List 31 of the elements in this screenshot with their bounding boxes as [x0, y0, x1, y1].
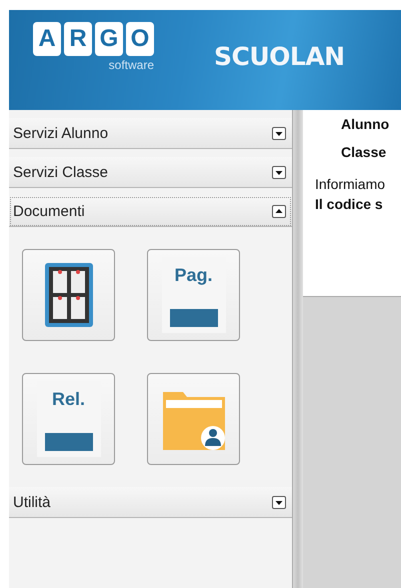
section-label: Servizi Classe	[13, 164, 108, 180]
logo-letter: G	[95, 22, 123, 56]
logo-subtitle: software	[108, 58, 154, 72]
bulletin-board-icon	[44, 263, 92, 327]
tile-label: Pag.	[174, 265, 212, 286]
field-label: Classe	[341, 144, 388, 160]
collapse-icon[interactable]	[272, 204, 286, 218]
expand-icon[interactable]	[272, 126, 286, 140]
info-message: Informiamo	[315, 176, 386, 192]
section-label: Utilità	[13, 494, 51, 510]
section-label: Servizi Alunno	[13, 124, 108, 142]
document-tile[interactable]	[22, 249, 115, 341]
logo-letter: O	[126, 22, 154, 56]
field-label: Alunno	[341, 116, 390, 132]
section-label: Documenti	[13, 202, 85, 220]
logo-letter: A	[33, 22, 61, 56]
notice-text: Il codice s	[315, 196, 384, 212]
bar-icon	[170, 309, 218, 327]
bar-icon	[44, 433, 92, 451]
expand-icon[interactable]	[272, 496, 286, 508]
logo-letter: R	[64, 22, 92, 56]
section-header[interactable]: Documenti	[9, 196, 292, 227]
document-tile[interactable]: Rel.	[22, 373, 115, 465]
app-title: SCUOLAN	[214, 42, 345, 71]
section-header[interactable]: Servizi Alunno	[9, 118, 292, 149]
document-tile[interactable]	[147, 373, 240, 465]
document-tile[interactable]: Pag.	[147, 249, 240, 341]
expand-icon[interactable]	[272, 166, 286, 178]
section-header[interactable]: Servizi Classe	[9, 157, 292, 188]
tile-label: Rel.	[52, 389, 85, 410]
section-header[interactable]: Utilità	[9, 487, 292, 518]
